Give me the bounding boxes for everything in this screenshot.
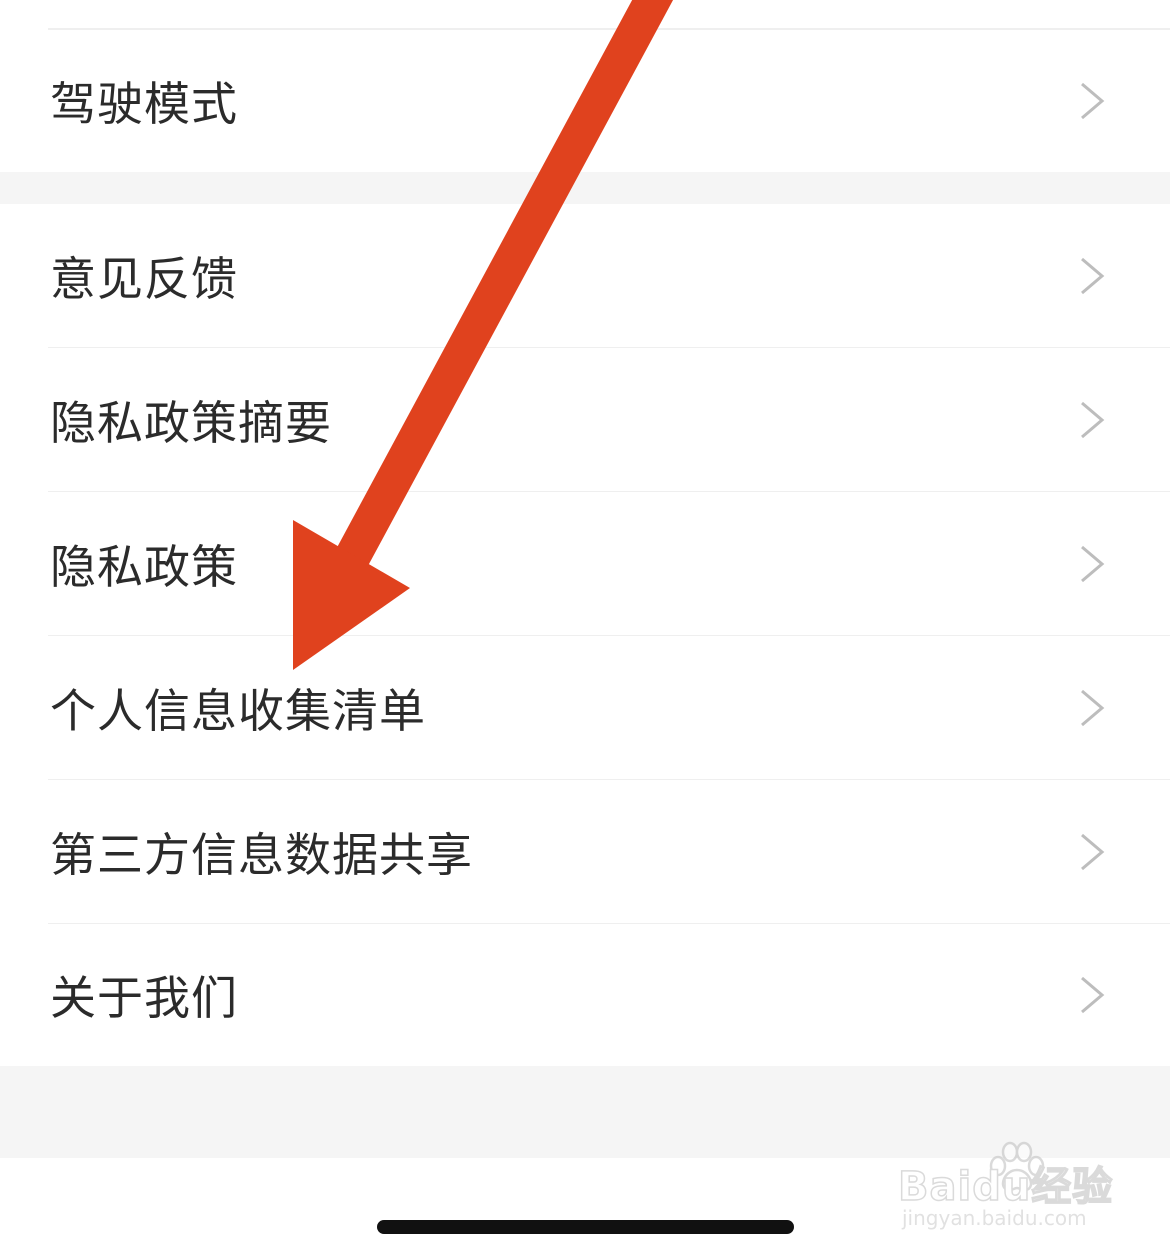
list-item-driving-mode[interactable]: 驾驶模式 (0, 30, 1170, 172)
chevron-right-icon (1081, 689, 1105, 727)
list-item-label: 隐私政策 (50, 540, 238, 594)
watermark-brand: Baidu经验 (897, 1163, 1114, 1211)
chevron-right-icon (1081, 401, 1105, 439)
section-gap (0, 172, 1170, 204)
list-item-personal-info-list[interactable]: 个人信息收集清单 (0, 636, 1170, 781)
list-item-privacy-policy[interactable]: 隐私政策 (0, 492, 1170, 637)
list-item-label: 意见反馈 (50, 252, 238, 306)
chevron-right-icon (1081, 976, 1105, 1014)
list-item-label: 隐私政策摘要 (50, 396, 332, 450)
chevron-right-icon (1081, 545, 1105, 583)
chevron-right-icon (1081, 257, 1105, 295)
watermark-url: jingyan.baidu.com (902, 1206, 1087, 1230)
home-indicator[interactable] (377, 1220, 794, 1234)
list-item-about-us[interactable]: 关于我们 (0, 924, 1170, 1066)
baidu-jingyan-watermark: Baidu经验 jingyan.baidu.com (896, 1140, 1166, 1240)
list-item-third-party-sharing[interactable]: 第三方信息数据共享 (0, 780, 1170, 925)
list-item-label: 驾驶模式 (50, 77, 238, 131)
list-item-label: 个人信息收集清单 (50, 684, 426, 738)
list-item-label: 关于我们 (50, 971, 238, 1025)
settings-screen: 驾驶模式 意见反馈 隐私政策摘要 隐私政策 个人信息收集清单 第三方信息数据共享… (0, 0, 1170, 1260)
list-item-privacy-summary[interactable]: 隐私政策摘要 (0, 348, 1170, 493)
list-item-feedback[interactable]: 意见反馈 (0, 204, 1170, 349)
chevron-right-icon (1081, 833, 1105, 871)
list-item-label: 第三方信息数据共享 (50, 828, 473, 882)
chevron-right-icon (1081, 82, 1105, 120)
